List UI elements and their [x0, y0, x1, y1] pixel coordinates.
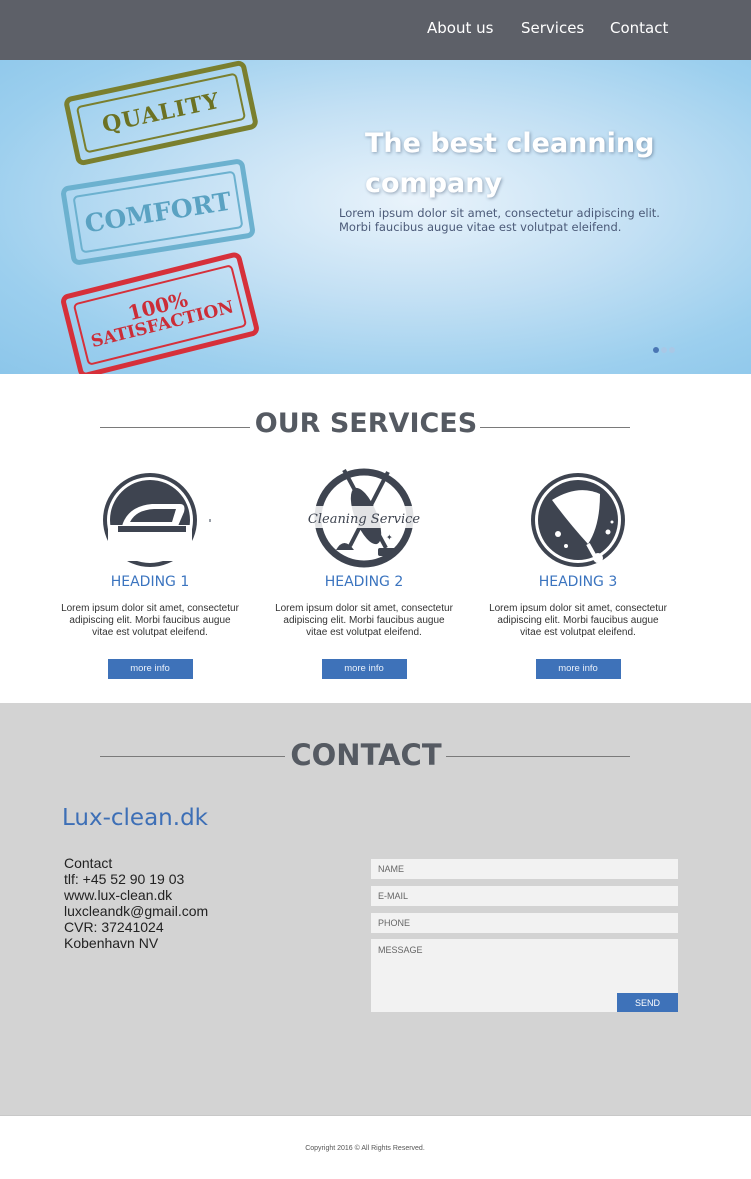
- more-info-button-3[interactable]: more info: [535, 659, 621, 679]
- svg-text:✦: ✦: [386, 533, 393, 542]
- cleaning-service-logo-text: Cleaning Service: [308, 512, 421, 527]
- footer: Copyright 2016 © All Rights Reserved.: [0, 1115, 751, 1179]
- contact-website: www.lux-clean.dk: [64, 887, 173, 903]
- slider-dot-3[interactable]: [669, 347, 675, 353]
- service-heading-2: HEADING 2: [324, 574, 404, 590]
- contact-cvr: CVR: 37241024: [64, 919, 164, 935]
- quality-stamp-text: QUALITY: [99, 87, 223, 139]
- nav-services[interactable]: Services: [521, 19, 584, 37]
- nav-contact[interactable]: Contact: [610, 19, 668, 37]
- send-button[interactable]: SEND: [617, 993, 678, 1012]
- service-card-1: HEADING 1 Lorem ipsum dolor sit amet, co…: [60, 466, 240, 679]
- email-input[interactable]: [371, 886, 678, 906]
- comfort-stamp-text: COMFORT: [82, 186, 234, 238]
- svg-text:✦: ✦: [328, 480, 336, 490]
- slider-dots: [653, 347, 675, 353]
- service-heading-3: HEADING 3: [538, 574, 618, 590]
- copyright-text: Copyright 2016 © All Rights Reserved.: [305, 1145, 425, 1152]
- contact-phone: tlf: +45 52 90 19 03: [64, 871, 185, 887]
- window-squeegee-icon: [531, 473, 625, 567]
- contact-email: luxcleandk@gmail.com: [64, 903, 209, 919]
- contact-section: CONTACT Lux-clean.dk Contact tlf: +45 52…: [0, 703, 751, 1115]
- contact-title: CONTACT: [290, 738, 442, 772]
- contact-info-heading: Contact: [64, 855, 113, 871]
- services-title: OUR SERVICES: [254, 408, 478, 439]
- phone-input[interactable]: [371, 913, 678, 933]
- service-text-1: Lorem ipsum dolor sit amet, consectetur …: [61, 603, 239, 638]
- service-card-3: HEADING 3 Lorem ipsum dolor sit amet, co…: [488, 466, 668, 679]
- hero-text: Lorem ipsum dolor sit amet, consectetur …: [339, 206, 660, 234]
- more-info-button-1[interactable]: more info: [107, 659, 193, 679]
- service-text-3: Lorem ipsum dolor sit amet, consectetur …: [489, 603, 667, 638]
- brand-name: Lux-clean.dk: [62, 805, 208, 831]
- services-divider-left: [100, 427, 250, 428]
- comfort-stamp: COMFORT: [59, 157, 257, 267]
- slider-dot-1[interactable]: [653, 347, 659, 353]
- nav-about-us[interactable]: About us: [427, 19, 493, 37]
- contact-info: Contact tlf: +45 52 90 19 03 www.lux-cle…: [64, 855, 208, 951]
- service-card-2: Cleaning Service ✦ ✦ ✦ HEADING 2 Lorem i…: [274, 466, 454, 679]
- top-navigation: About us Services Contact: [0, 0, 751, 60]
- more-info-button-2[interactable]: more info: [321, 659, 407, 679]
- cleaning-service-logo-icon: Cleaning Service ✦ ✦ ✦: [304, 468, 424, 568]
- iron-icon: [103, 473, 211, 567]
- satisfaction-stamp: 100% SATISFACTION: [59, 250, 261, 374]
- name-input[interactable]: [371, 859, 678, 879]
- contact-city: Kobenhavn NV: [64, 935, 159, 951]
- slider-dot-2[interactable]: [661, 347, 667, 353]
- hero-banner: QUALITY COMFORT 100% SATISFACTION The be…: [0, 60, 751, 374]
- service-text-2: Lorem ipsum dolor sit amet, consectetur …: [275, 603, 453, 638]
- contact-divider-right: [446, 756, 630, 757]
- services-divider-right: [480, 427, 630, 428]
- service-heading-1: HEADING 1: [110, 574, 190, 590]
- contact-divider-left: [100, 756, 285, 757]
- quality-stamp: QUALITY: [62, 60, 260, 167]
- hero-title: The best cleanning company: [365, 128, 655, 199]
- svg-text:✦: ✦: [396, 486, 404, 496]
